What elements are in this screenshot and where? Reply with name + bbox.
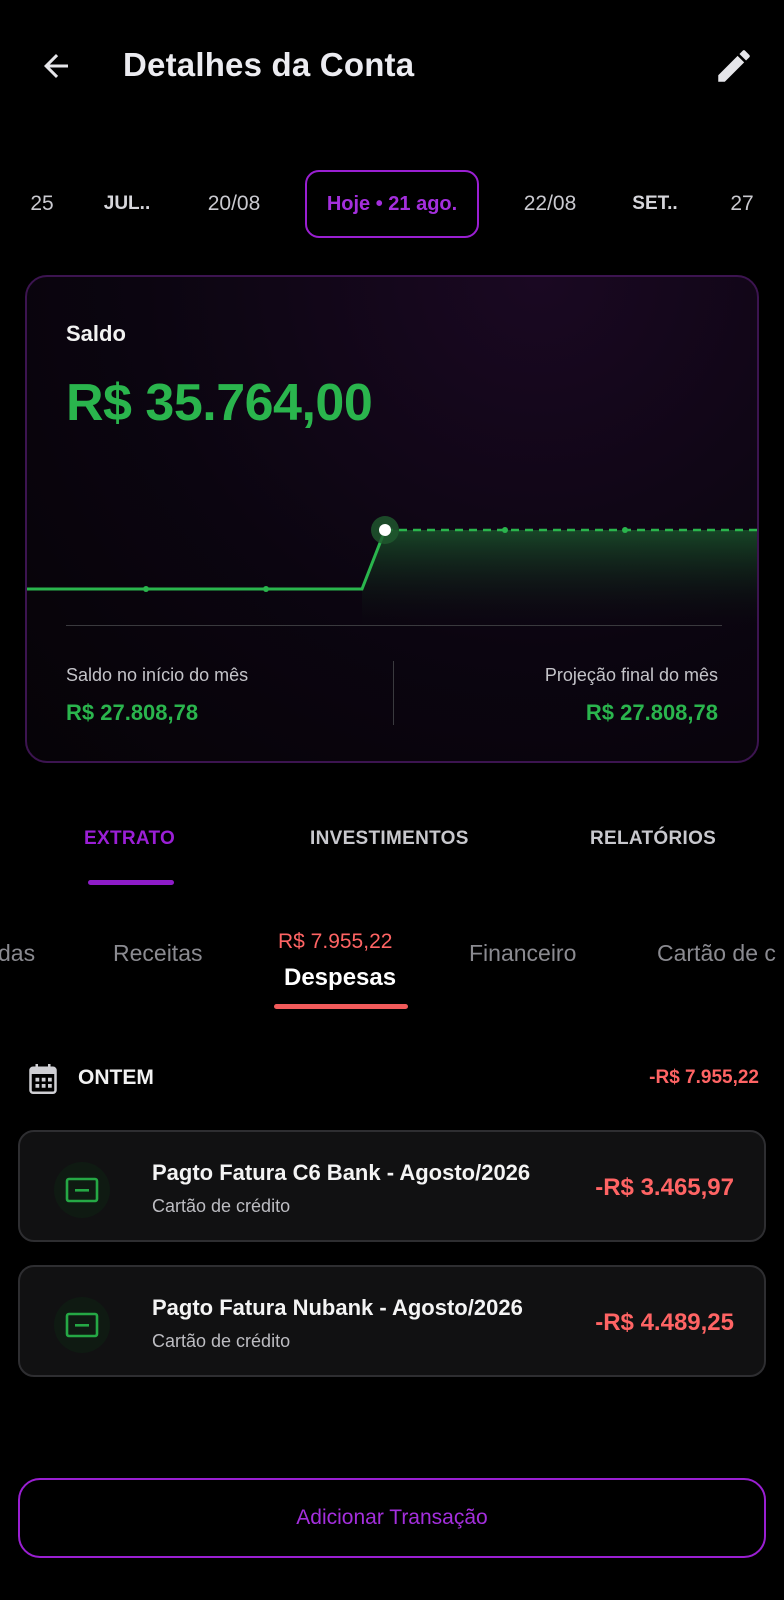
- category-tabs: das Receitas R$ 7.955,22 Despesas Financ…: [0, 920, 784, 1010]
- date-item[interactable]: 20/08: [192, 170, 276, 238]
- sub-tab-receitas[interactable]: Receitas: [113, 940, 202, 967]
- main-tabs: EXTRATO INVESTIMENTOS RELATÓRIOS: [0, 800, 784, 892]
- credit-card-icon: [65, 1312, 99, 1338]
- date-item-today[interactable]: Hoje • 21 ago.: [305, 170, 479, 238]
- sub-tab-cartao[interactable]: Cartão de c: [657, 940, 776, 967]
- tab-extrato[interactable]: EXTRATO: [84, 828, 175, 850]
- arrow-left-icon: [44, 54, 68, 78]
- transaction-title: Pagto Fatura C6 Bank - Agosto/2026: [152, 1160, 531, 1185]
- sub-tab-financeiro[interactable]: Financeiro: [469, 940, 576, 967]
- chart-series-line: [27, 529, 387, 591]
- tab-investimentos[interactable]: INVESTIMENTOS: [310, 828, 469, 850]
- active-tab-indicator: [88, 880, 174, 885]
- app-bar: Detalhes da Conta: [0, 0, 784, 136]
- month-projection-value: R$ 27.808,78: [585, 700, 718, 725]
- calendar-icon: [29, 1064, 57, 1094]
- back-button[interactable]: [30, 40, 82, 92]
- sub-tab-despesas[interactable]: Despesas: [284, 964, 396, 992]
- transaction-item[interactable]: Pagto Fatura Nubank - Agosto/2026 Cartão…: [18, 1265, 766, 1377]
- chart-point: [502, 527, 508, 533]
- group-label: ONTEM: [78, 1066, 154, 1089]
- group-total: -R$ 7.955,22: [649, 1067, 759, 1088]
- sub-tab-indicator: [274, 1004, 408, 1009]
- month-projection-stat: Projeção final do mês R$ 27.808,78: [545, 665, 718, 726]
- transaction-group-header: ONTEM -R$ 7.955,22: [0, 1058, 784, 1100]
- add-transaction-button[interactable]: Adicionar Transação: [18, 1478, 766, 1558]
- transaction-title: Pagto Fatura Nubank - Agosto/2026: [152, 1295, 523, 1320]
- month-start-stat: Saldo no início do mês R$ 27.808,78: [66, 665, 248, 726]
- date-item[interactable]: 27: [722, 170, 762, 238]
- date-item-month[interactable]: JUL..: [94, 170, 160, 238]
- month-start-label: Saldo no início do mês: [66, 665, 249, 685]
- transaction-icon-badge: [54, 1297, 110, 1353]
- stat-divider: [393, 661, 394, 725]
- pencil-icon: [718, 50, 750, 82]
- date-item[interactable]: 22/08: [508, 170, 592, 238]
- chart-point: [622, 527, 628, 533]
- month-projection-label: Projeção final do mês: [544, 665, 718, 685]
- transaction-category: Cartão de crédito: [152, 1331, 291, 1351]
- balance-card: Saldo R$ 35.764,00 Saldo no início do mê…: [25, 275, 759, 763]
- transaction-amount: -R$ 3.465,97: [595, 1174, 734, 1201]
- balance-chart: [27, 516, 757, 627]
- balance-value: R$ 35.764,00: [66, 374, 373, 432]
- month-start-value: R$ 27.808,78: [66, 700, 199, 725]
- chart-point: [143, 586, 149, 592]
- date-item-month[interactable]: SET..: [624, 170, 686, 238]
- transaction-amount: -R$ 4.489,25: [595, 1309, 734, 1336]
- credit-card-icon: [65, 1177, 99, 1203]
- transaction-category: Cartão de crédito: [152, 1196, 291, 1216]
- transaction-icon-badge: [54, 1162, 110, 1218]
- card-divider: [66, 625, 722, 626]
- chart-point: [263, 586, 269, 592]
- despesas-amount: R$ 7.955,22: [278, 930, 393, 953]
- date-item[interactable]: 25: [22, 170, 62, 238]
- transaction-item[interactable]: Pagto Fatura C6 Bank - Agosto/2026 Cartã…: [18, 1130, 766, 1242]
- chart-current-point[interactable]: [379, 524, 391, 536]
- edit-button[interactable]: [708, 40, 760, 92]
- date-selector: 25 JUL.. 20/08 Hoje • 21 ago. 22/08 SET.…: [0, 170, 784, 238]
- tab-relatorios[interactable]: RELATÓRIOS: [590, 828, 716, 850]
- page-title: Detalhes da Conta: [123, 46, 415, 83]
- chart-area: [362, 530, 757, 627]
- balance-label: Saldo: [66, 321, 126, 346]
- sub-tab-partial-left[interactable]: das: [0, 940, 35, 967]
